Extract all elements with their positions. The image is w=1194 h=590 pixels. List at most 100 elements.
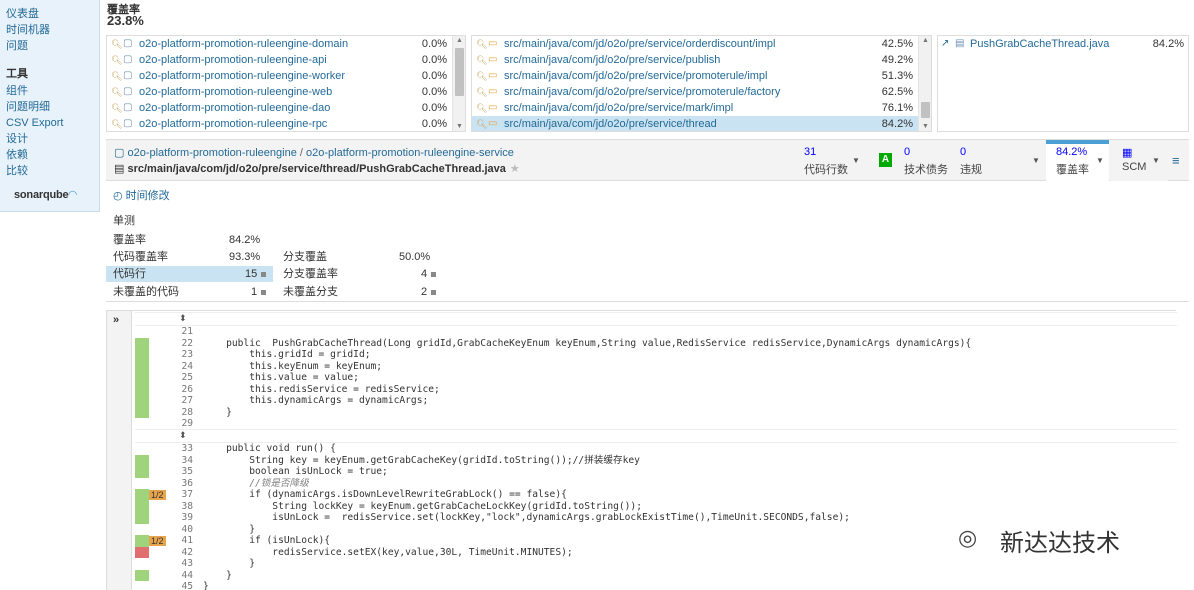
scm-metric[interactable]: ▦ SCM (1122, 146, 1146, 173)
search-icon[interactable]: 🔍︎ (476, 36, 487, 52)
expand-arrows-icon[interactable]: ⬍ (179, 430, 187, 441)
list-item[interactable]: 🔍︎ ▢ o2o-platform-promotion-ruleengine-api… (107, 52, 465, 68)
watermark: ◎ 新达达技术 (958, 519, 1158, 559)
sidebar: 仪表盘 时间机器 问题 工具 组件 问题明细 CSV Export 设计 依赖 … (0, 0, 100, 212)
code-line: 36 //锁是否降级 (181, 477, 309, 489)
code-line: 1/2 37 if (dynamicArgs.isDownLevelRewrite… (107, 489, 1194, 501)
chevron-down-icon[interactable]: ▼ (1032, 156, 1040, 165)
search-icon[interactable]: 🔍︎ (476, 116, 487, 131)
search-icon[interactable]: 🔍︎ (476, 52, 487, 68)
coverage-metric[interactable]: 84.2% 覆盖率 (1056, 146, 1089, 177)
external-link-icon[interactable]: ↗ (941, 36, 949, 52)
nav-issues[interactable]: 问题 (0, 38, 99, 54)
scroll-down-icon[interactable]: ▼ (922, 123, 929, 130)
nav-csv-export[interactable]: CSV Export (0, 115, 99, 131)
stat-label[interactable]: 未覆盖的代码 (113, 284, 179, 300)
stat-label[interactable]: 代码行 (113, 266, 146, 282)
search-icon[interactable]: 🔍︎ (111, 36, 122, 52)
filter-square-icon (261, 289, 267, 295)
wechat-icon: ◎ (958, 525, 978, 550)
breadcrumb-module[interactable]: o2o-platform-promotion-ruleengine-servic… (306, 147, 514, 159)
favorite-star-icon[interactable]: ★ (510, 163, 520, 175)
code-line: 23 this.gridId = gridId; (107, 349, 1194, 361)
code-line: 22 public PushGrabCacheThread(Long gridI… (107, 337, 1194, 349)
expand-lines-row[interactable]: ⬍ (135, 312, 1177, 326)
list-item[interactable]: 🔍︎ ▭ src/main/java/com/jd/o2o/pre/service/… (472, 100, 931, 116)
modules-scrollbar[interactable]: ▲ ▼ (452, 36, 465, 131)
code-line: 27 this.dynamicArgs = dynamicArgs; (107, 395, 1194, 407)
folder-icon: ▭ (488, 118, 498, 129)
list-item[interactable]: 🔍︎ ▢ o2o-platform-promotion-ruleengine-dom… (107, 36, 465, 52)
sonarqube-logo[interactable]: sonarqube◜◝ (14, 188, 77, 201)
files-column: ↗ ▤ PushGrabCacheThread.java 84.2% (937, 35, 1189, 132)
list-item[interactable]: 🔍︎ ▭ src/main/java/com/jd/o2o/pre/service/… (472, 68, 931, 84)
code-line: 28 } (107, 406, 1194, 418)
list-item[interactable]: 🔍︎ ▢ o2o-platform-promotion-ruleengine-dao… (107, 100, 465, 116)
search-icon[interactable]: 🔍︎ (111, 116, 122, 131)
coverage-marker-uncovered (135, 546, 149, 558)
chevron-down-icon[interactable]: ▼ (1096, 156, 1104, 165)
code-line: 25 this.value = value; (107, 372, 1194, 384)
branch-coverage-badge[interactable]: 1/2 (149, 490, 166, 500)
watermark-text: 新达达技术 (1000, 529, 1120, 557)
nav-time-machine[interactable]: 时间机器 (0, 22, 99, 38)
scroll-thumb[interactable] (455, 48, 464, 96)
stat-value: 84.2% (229, 234, 261, 246)
list-item[interactable]: 🔍︎ ▢ o2o-platform-promotion-ruleengine-rpc… (107, 116, 465, 131)
folder-icon: ▭ (488, 102, 498, 113)
code-line: 34 String key = keyEnum.getGrabCacheKey(… (107, 454, 1194, 466)
file-icon: ▤ (955, 38, 965, 49)
list-item[interactable]: 🔍︎ ▭ src/main/java/com/jd/o2o/pre/service/… (472, 36, 931, 52)
scroll-up-icon[interactable]: ▲ (456, 37, 463, 44)
module-icon: ▢ (123, 86, 133, 97)
nav-dependencies[interactable]: 依赖 (0, 147, 99, 163)
nav-design[interactable]: 设计 (0, 131, 99, 147)
packages-scrollbar[interactable]: ▲ ▼ (918, 36, 931, 131)
list-item[interactable]: 🔍︎ ▢ o2o-platform-promotion-ruleengine-wor… (107, 68, 465, 84)
search-icon[interactable]: 🔍︎ (111, 52, 122, 68)
list-item[interactable]: 🔍︎ ▢ o2o-platform-promotion-ruleengine-web… (107, 84, 465, 100)
lines-metric[interactable]: 31 代码行数 (804, 146, 848, 177)
issues-metric[interactable]: 0 违规 (960, 146, 982, 177)
stat-label[interactable]: 分支覆盖率 (283, 266, 338, 282)
coverage-marker-covered (135, 466, 149, 478)
stat-label: 分支覆盖 (283, 251, 327, 263)
search-icon[interactable]: 🔍︎ (476, 100, 487, 116)
stat-label[interactable]: 未覆盖分支 (283, 284, 338, 300)
menu-icon[interactable]: ≡ (1172, 153, 1180, 168)
list-item[interactable]: ↗ ▤ PushGrabCacheThread.java 84.2% (938, 36, 1188, 52)
stat-value[interactable]: 1 (251, 284, 267, 300)
folder-icon: ▭ (488, 70, 498, 81)
list-item[interactable]: 🔍︎ ▭ src/main/java/com/jd/o2o/pre/service/… (472, 84, 931, 100)
stat-value: 50.0% (399, 251, 431, 263)
list-item-selected[interactable]: 🔍︎ ▭ src/main/java/com/jd/o2o/pre/service/… (472, 116, 931, 131)
stat-value[interactable]: 15 (245, 266, 267, 282)
coverage-marker-covered (135, 512, 149, 524)
debt-metric[interactable]: 0 技术债务 (904, 146, 948, 177)
chevron-down-icon[interactable]: ▼ (1152, 156, 1160, 165)
folder-icon: ▭ (488, 38, 498, 49)
search-icon[interactable]: 🔍︎ (111, 84, 122, 100)
stat-value[interactable]: 2 (421, 284, 437, 300)
time-change-link[interactable]: ◴ 时间修改 (113, 187, 170, 203)
branch-coverage-badge[interactable]: 1/2 (149, 536, 166, 546)
expand-icon[interactable]: » (113, 314, 119, 326)
chevron-down-icon[interactable]: ▼ (852, 156, 860, 165)
search-icon[interactable]: 🔍︎ (111, 68, 122, 84)
search-icon[interactable]: 🔍︎ (476, 68, 487, 84)
nav-issues-drilldown[interactable]: 问题明细 (0, 99, 99, 115)
expand-lines-row[interactable]: ⬍ (135, 429, 1177, 443)
nav-compare[interactable]: 比较 (0, 163, 99, 179)
expand-arrows-icon[interactable]: ⬍ (179, 313, 187, 324)
search-icon[interactable]: 🔍︎ (476, 84, 487, 100)
list-item[interactable]: 🔍︎ ▭ src/main/java/com/jd/o2o/pre/service/… (472, 52, 931, 68)
scroll-down-icon[interactable]: ▼ (456, 123, 463, 130)
nav-dashboard[interactable]: 仪表盘 (0, 6, 99, 22)
scroll-thumb[interactable] (921, 102, 930, 118)
nav-components[interactable]: 组件 (0, 83, 99, 99)
breadcrumb-project[interactable]: o2o-platform-promotion-ruleengine (127, 147, 296, 159)
search-icon[interactable]: 🔍︎ (111, 100, 122, 116)
coverage-marker-covered (135, 489, 149, 501)
stat-value[interactable]: 4 (421, 266, 437, 282)
scroll-up-icon[interactable]: ▲ (922, 37, 929, 44)
